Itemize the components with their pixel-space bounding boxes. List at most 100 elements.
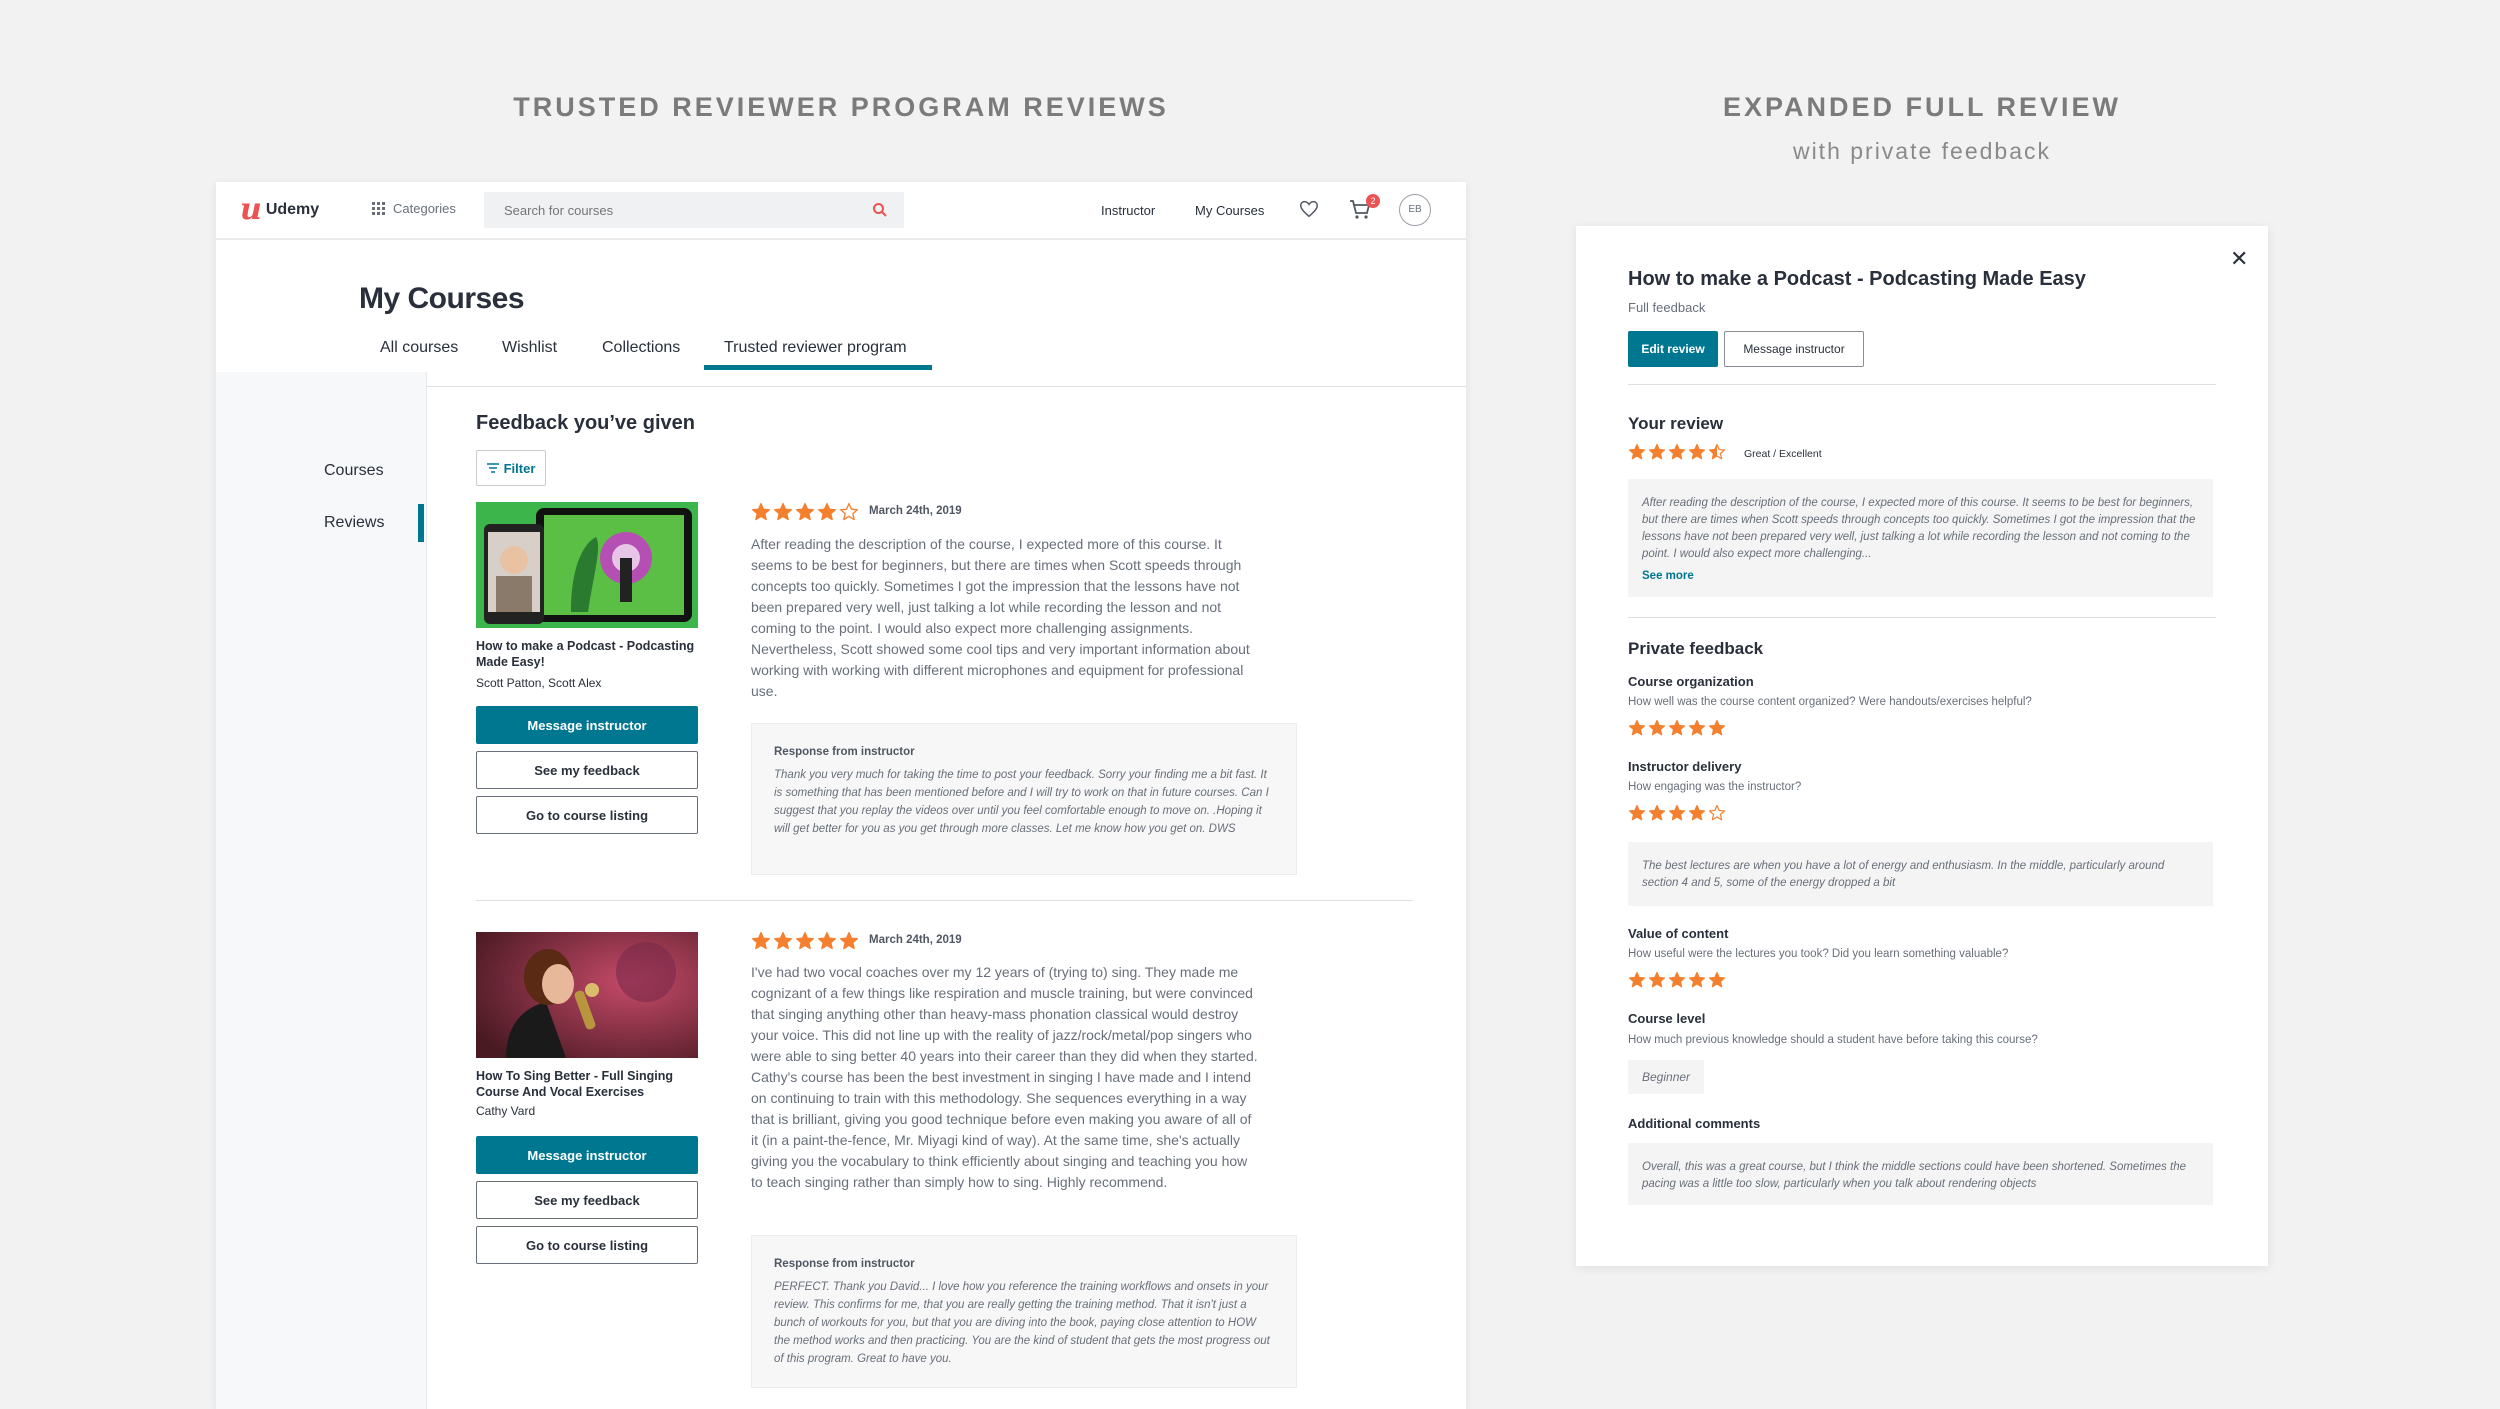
see-my-feedback-button[interactable]: See my feedback	[476, 1181, 698, 1219]
star-filled-icon	[1668, 971, 1686, 988]
value-of-content-question: How useful were the lectures you took? D…	[1628, 948, 2009, 960]
grid-icon	[372, 202, 385, 215]
star-filled-icon	[1668, 443, 1686, 460]
star-empty-icon	[840, 503, 858, 521]
course-name[interactable]: How to make a Podcast - Podcasting Made …	[476, 638, 706, 670]
active-tab-indicator	[704, 365, 932, 370]
heart-icon[interactable]	[1298, 198, 1320, 220]
star-filled-icon	[1628, 719, 1646, 736]
podcast-thumbnail-image	[476, 502, 698, 628]
logo-text: Udemy	[265, 201, 320, 218]
udemy-logo[interactable]: u Udemy	[240, 194, 319, 226]
star-filled-icon	[818, 932, 836, 950]
filter-label: Filter	[503, 460, 536, 476]
star-filled-icon	[1628, 971, 1646, 988]
star-half-icon	[1708, 443, 1726, 460]
singing-thumbnail-image	[476, 932, 698, 1058]
see-more-link[interactable]: See more	[1642, 568, 2199, 585]
star-empty-icon	[1708, 804, 1726, 821]
review-excerpt-box: After reading the description of the cou…	[1628, 479, 2213, 597]
divider	[1628, 617, 2216, 618]
star-filled-icon	[1688, 719, 1706, 736]
right-section-title: EXPANDED FULL REVIEW	[1722, 92, 2122, 122]
star-filled-icon	[796, 503, 814, 521]
course-name[interactable]: How To Sing Better - Full Singing Course…	[476, 1068, 706, 1100]
course-level-value: Beginner	[1628, 1060, 1705, 1094]
value-of-content-stars	[1628, 971, 1728, 989]
sidebar-item-reviews[interactable]: Reviews	[324, 514, 384, 532]
filter-button[interactable]: Filter	[476, 450, 546, 486]
avatar[interactable]: EB	[1399, 194, 1431, 226]
star-filled-icon	[752, 503, 770, 521]
categories-button[interactable]: Categories	[372, 201, 456, 216]
see-my-feedback-button[interactable]: See my feedback	[476, 751, 698, 789]
modal-course-title: How to make a Podcast - Podcasting Made …	[1628, 268, 2086, 290]
go-to-course-listing-button[interactable]: Go to course listing	[476, 796, 698, 834]
course-thumbnail-singing[interactable]	[476, 932, 698, 1058]
star-filled-icon	[1688, 971, 1706, 988]
review-rating-stars	[751, 931, 861, 951]
full-review-modal: ✕ How to make a Podcast - Podcasting Mad…	[1576, 226, 2268, 1266]
search-input[interactable]	[502, 202, 866, 219]
sidebar-item-courses[interactable]: Courses	[324, 462, 384, 480]
course-authors: Cathy Vard	[476, 1104, 536, 1118]
private-feedback-heading: Private feedback	[1628, 639, 1764, 658]
star-filled-icon	[1668, 719, 1686, 736]
course-thumbnail-podcast[interactable]	[476, 502, 698, 628]
tab-collections[interactable]: Collections	[602, 339, 680, 357]
tab-trusted-reviewer-program[interactable]: Trusted reviewer program	[724, 339, 907, 357]
instructor-delivery-stars	[1628, 804, 1728, 822]
edit-review-button[interactable]: Edit review	[1628, 331, 1718, 367]
message-instructor-button[interactable]: Message instructor	[476, 1136, 698, 1174]
right-section-subtitle: with private feedback	[1792, 138, 2052, 164]
instructor-response: Response from instructor Thank you very …	[751, 723, 1297, 875]
your-review-heading: Your review	[1628, 414, 1724, 433]
course-organization-label: Course organization	[1628, 674, 1754, 689]
review-date: March 24th, 2019	[869, 934, 962, 946]
rating-label: Great / Excellent	[1744, 448, 1822, 460]
star-filled-icon	[774, 503, 792, 521]
browser-frame: u Udemy Categories Instructor My Courses…	[216, 182, 1466, 1409]
star-filled-icon	[1708, 971, 1726, 988]
course-level-label: Course level	[1628, 1011, 1706, 1026]
go-to-course-listing-button[interactable]: Go to course listing	[476, 1226, 698, 1264]
divider	[1628, 384, 2216, 385]
review-excerpt: After reading the description of the cou…	[1642, 497, 2196, 560]
left-section-title: TRUSTED REVIEWER PROGRAM REVIEWS	[513, 92, 1169, 122]
course-organization-question: How well was the course content organize…	[1628, 696, 2032, 708]
star-filled-icon	[1628, 443, 1646, 460]
sidebar	[216, 372, 427, 1409]
search-icon[interactable]	[872, 202, 888, 218]
review-date: March 24th, 2019	[869, 505, 962, 517]
response-text: PERFECT. Thank you David... I love how y…	[774, 1281, 1270, 1365]
close-icon[interactable]: ✕	[2230, 248, 2248, 270]
sidebar-active-indicator	[418, 504, 424, 542]
star-filled-icon	[1688, 443, 1706, 460]
star-filled-icon	[796, 932, 814, 950]
instructor-response: Response from instructor PERFECT. Thank …	[751, 1235, 1297, 1388]
response-heading: Response from instructor	[774, 1258, 915, 1270]
review-divider	[476, 900, 1413, 901]
review-rating-stars	[751, 502, 861, 522]
star-filled-icon	[1708, 719, 1726, 736]
tab-all-courses[interactable]: All courses	[380, 339, 458, 357]
course-organization-stars	[1628, 719, 1728, 737]
course-level-question: How much previous knowledge should a stu…	[1628, 1034, 2038, 1046]
search-bar	[484, 192, 904, 228]
additional-comments-text: Overall, this was a great course, but I …	[1628, 1143, 2213, 1205]
response-heading: Response from instructor	[774, 746, 915, 758]
star-filled-icon	[1648, 971, 1666, 988]
star-filled-icon	[1688, 804, 1706, 821]
udemy-logo-icon: u	[240, 192, 262, 227]
review-text: After reading the description of the cou…	[751, 536, 1250, 699]
instructor-link[interactable]: Instructor	[1101, 203, 1155, 218]
my-courses-link[interactable]: My Courses	[1195, 203, 1264, 218]
star-filled-icon	[818, 503, 836, 521]
star-filled-icon	[1648, 804, 1666, 821]
star-filled-icon	[1648, 443, 1666, 460]
message-instructor-button[interactable]: Message instructor	[1724, 331, 1864, 367]
additional-comments-label: Additional comments	[1628, 1116, 1761, 1131]
categories-label: Categories	[393, 201, 456, 216]
tab-wishlist[interactable]: Wishlist	[502, 339, 557, 357]
message-instructor-button[interactable]: Message instructor	[476, 706, 698, 744]
